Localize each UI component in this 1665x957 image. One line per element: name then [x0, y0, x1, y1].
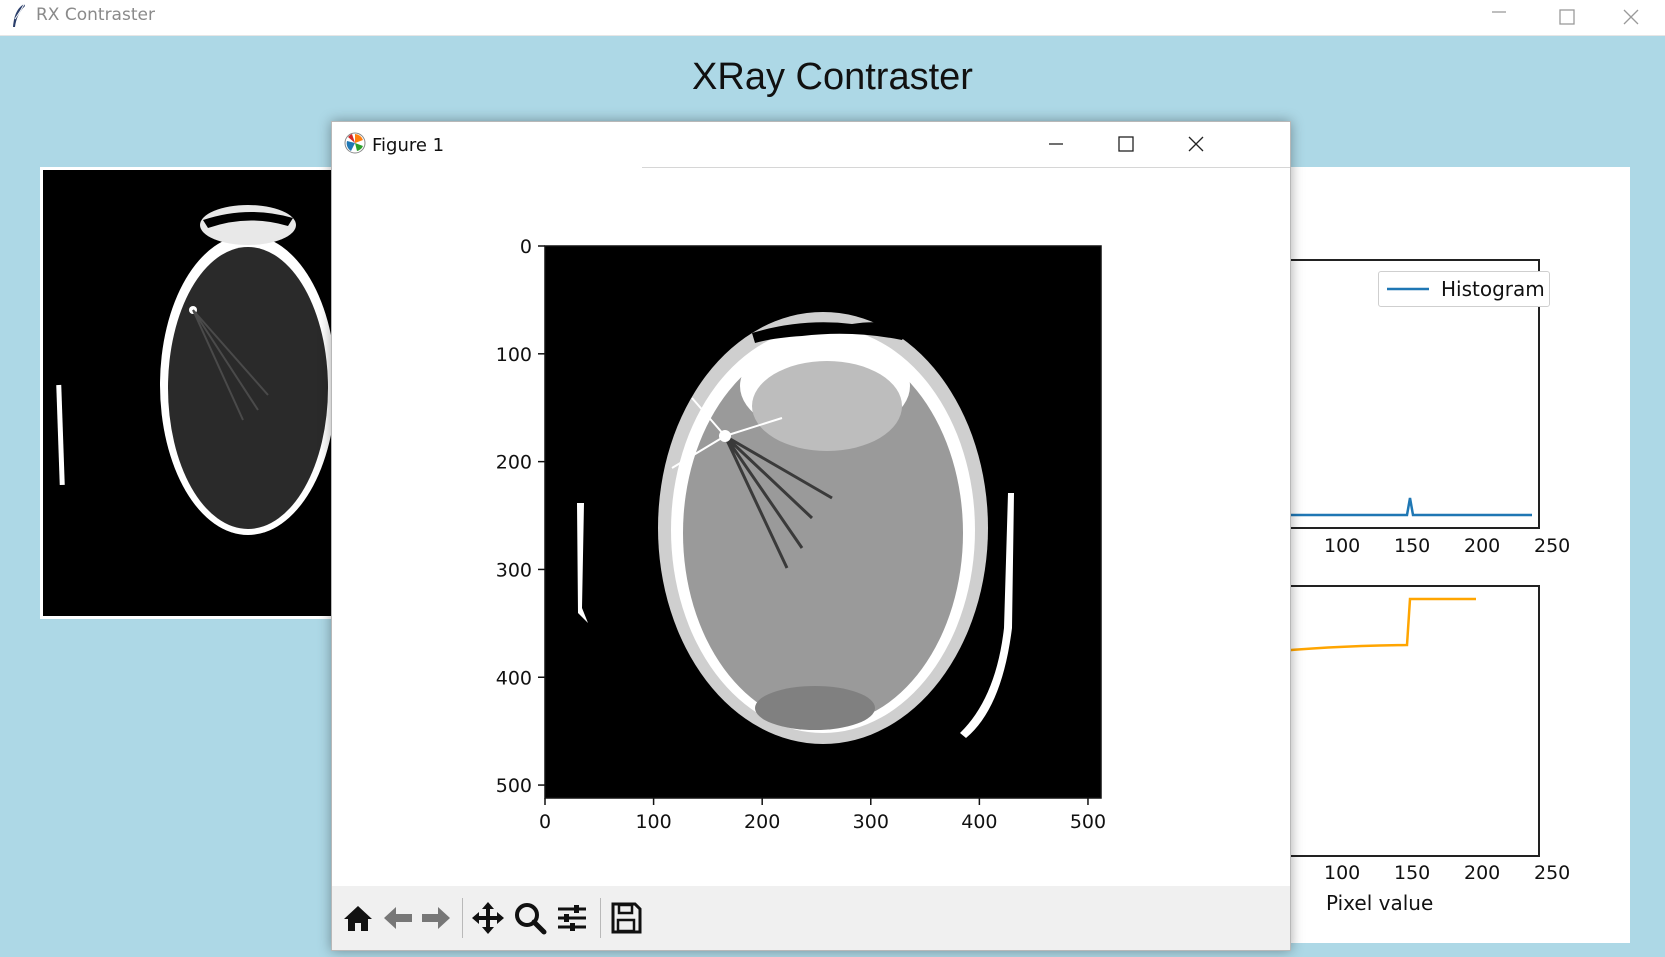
forward-button[interactable] [418, 900, 454, 936]
figure-maximize-button[interactable] [1092, 122, 1160, 168]
hist-x-tick: 250 [1534, 535, 1571, 557]
cdf-x-tick: 250 [1534, 862, 1571, 884]
histogram-legend: Histogram [1378, 271, 1550, 307]
figure-titlebar[interactable]: Figure 1 [332, 122, 1290, 168]
window-title: RX Contraster [36, 5, 155, 25]
original-ct-image [43, 170, 337, 616]
feather-icon [13, 3, 25, 27]
save-icon [611, 902, 642, 934]
maximize-button[interactable] [1533, 0, 1601, 35]
back-arrow-icon [384, 907, 412, 929]
save-button[interactable] [608, 900, 644, 936]
x-tick-label: 300 [853, 811, 889, 833]
x-tick-label: 100 [635, 811, 671, 833]
home-button[interactable] [340, 900, 376, 936]
histogram-legend-label: Histogram [1441, 277, 1545, 301]
home-icon [344, 906, 372, 931]
navigation-toolbar [332, 886, 1290, 950]
y-tick-label: 400 [496, 667, 532, 689]
x-tick-label: 200 [744, 811, 780, 833]
hist-x-tick: 150 [1394, 535, 1431, 557]
back-button[interactable] [380, 900, 416, 936]
y-tick-label: 500 [496, 775, 532, 797]
forward-arrow-icon [422, 907, 450, 929]
x-tick-label: 400 [961, 811, 997, 833]
figure-window[interactable]: Figure 1 0 100 200 300 400 500 0 100 200 300 [331, 121, 1291, 951]
toolbar-separator [600, 898, 601, 938]
configure-subplots-icon [558, 905, 586, 931]
pan-button[interactable] [470, 900, 506, 936]
image-axes[interactable]: 0 100 200 300 400 500 0 100 200 300 400 500 [332, 168, 1290, 888]
app-heading: XRay Contraster [692, 56, 973, 98]
pan-icon [472, 902, 504, 934]
cdf-x-label: Pixel value [1326, 891, 1434, 915]
close-button[interactable] [1597, 0, 1665, 35]
x-tick-label: 500 [1070, 811, 1106, 833]
hist-x-tick: 200 [1464, 535, 1501, 557]
minimize-button[interactable] [1465, 0, 1533, 35]
close-icon [1623, 9, 1639, 25]
matplotlib-icon [344, 132, 366, 154]
figure-close-button[interactable] [1162, 122, 1230, 168]
minimize-icon [1492, 11, 1506, 13]
maximize-icon [1559, 9, 1575, 25]
x-tick-label: 0 [539, 811, 551, 833]
figure-title: Figure 1 [372, 135, 445, 156]
window-titlebar: RX Contraster [0, 0, 1665, 36]
hist-x-tick: 100 [1324, 535, 1361, 557]
toolbar-separator [462, 898, 463, 938]
y-tick-label: 200 [496, 452, 532, 474]
original-image-panel [40, 167, 340, 619]
y-tick-label: 0 [520, 236, 532, 258]
cdf-x-tick: 200 [1464, 862, 1501, 884]
cdf-x-tick: 100 [1324, 862, 1361, 884]
minimize-icon [1049, 143, 1063, 145]
configure-subplots-button[interactable] [554, 900, 590, 936]
y-tick-label: 300 [496, 559, 532, 581]
zoom-icon [515, 903, 547, 935]
close-icon [1188, 136, 1204, 152]
maximize-icon [1118, 136, 1134, 152]
y-tick-label: 100 [496, 344, 532, 366]
plots-panel: Histogram 100 150 200 250 F 100 150 200 … [1190, 167, 1630, 943]
figure-minimize-button[interactable] [1022, 122, 1090, 168]
cdf-x-tick: 150 [1394, 862, 1431, 884]
zoom-button[interactable] [512, 900, 548, 936]
histogram-legend-line [1387, 287, 1429, 291]
